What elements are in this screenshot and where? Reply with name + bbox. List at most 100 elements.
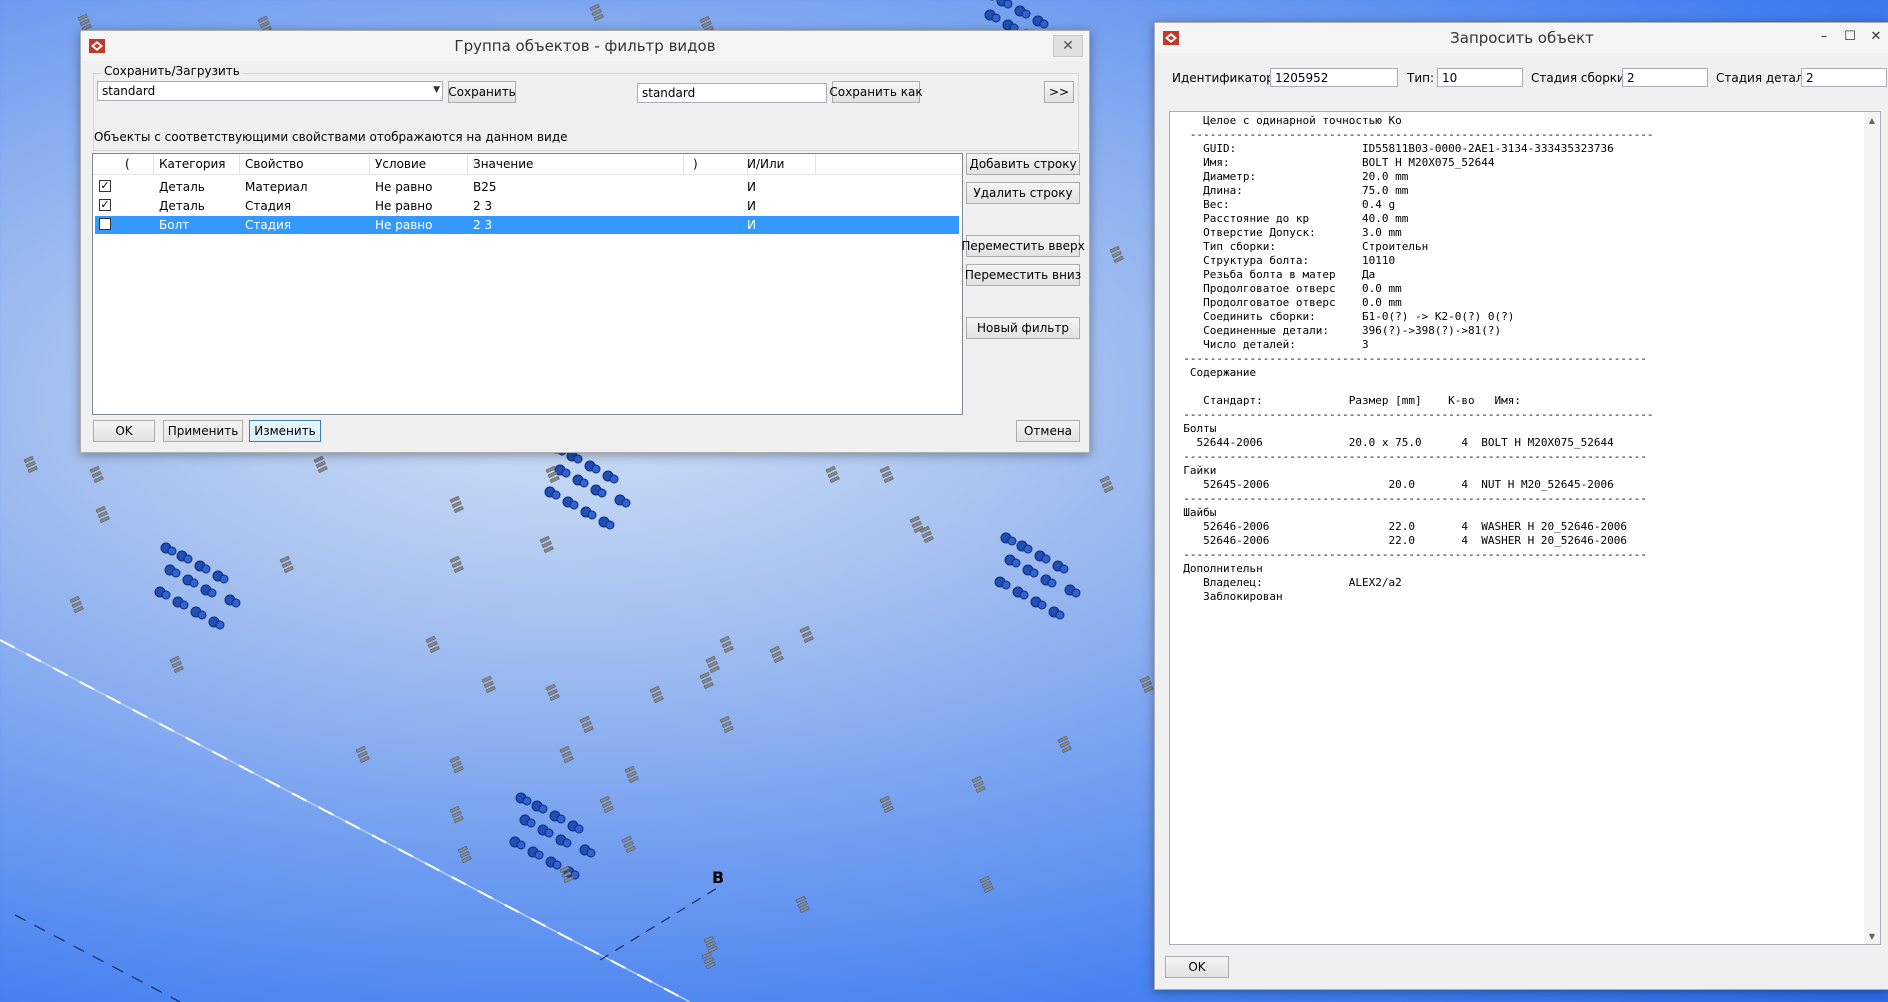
id-field[interactable]: 1205952 (1270, 68, 1398, 87)
row-category[interactable]: Деталь (159, 199, 205, 213)
row-andor[interactable]: И (747, 180, 756, 194)
column-header-close-paren[interactable]: ) (693, 157, 698, 171)
ok-button[interactable]: OK (93, 420, 155, 442)
bolt-head (509, 836, 526, 850)
bolt-head (545, 856, 562, 870)
bolt-marker (719, 715, 734, 734)
bolt-marker (425, 635, 440, 654)
modify-button[interactable]: Изменить (249, 420, 321, 442)
part-stage-field[interactable]: 2 (1801, 68, 1887, 87)
bolt-head (1030, 596, 1047, 610)
bolt-head (224, 594, 241, 608)
row-value[interactable]: 2 3 (473, 218, 492, 232)
table-row[interactable]: ✓ Деталь Стадия Не равно 2 3 И (95, 197, 959, 215)
bolt-marker (621, 835, 636, 854)
expand-button[interactable]: >> (1044, 81, 1074, 103)
bolt-head (584, 460, 601, 474)
bolt-head (994, 576, 1011, 590)
type-field[interactable]: 10 (1437, 68, 1523, 87)
column-header-category[interactable]: Категория (159, 157, 226, 171)
inquire-report-text[interactable]: Целое с одинарной точностью Ко ---------… (1170, 114, 1653, 604)
table-row[interactable]: ✓ Деталь Материал Не равно B25 И (95, 178, 959, 196)
row-value[interactable]: B25 (473, 180, 497, 194)
bolt-marker (795, 895, 810, 914)
vertical-scrollbar[interactable]: ▲ ▼ (1864, 112, 1880, 944)
table-row-selected[interactable]: Болт Стадия Не равно 2 3 И (95, 216, 959, 234)
row-condition[interactable]: Не равно (375, 218, 432, 232)
cancel-button[interactable]: Отмена (1016, 420, 1080, 442)
row-enable-checkbox[interactable] (99, 218, 111, 230)
save-as-name-value: standard (642, 86, 696, 100)
bolt-marker (559, 745, 574, 764)
bolt-head (555, 834, 572, 848)
row-category[interactable]: Болт (159, 218, 189, 232)
row-property[interactable]: Стадия (245, 218, 291, 232)
delete-row-button[interactable]: Удалить строку (966, 182, 1080, 204)
column-header-open-paren[interactable]: ( (125, 157, 130, 171)
bolt-head (164, 564, 181, 578)
bolt-marker (799, 625, 814, 644)
close-button[interactable]: ✕ (1053, 35, 1083, 57)
add-row-button[interactable]: Добавить строку (966, 153, 1080, 175)
bolt-head (519, 814, 536, 828)
bolt-marker (599, 795, 614, 814)
bolt-marker (449, 755, 464, 774)
bolt-head (531, 800, 548, 814)
chevron-down-icon: ▼ (433, 85, 440, 95)
bolt-marker (481, 675, 496, 694)
column-header-condition[interactable]: Условие (375, 157, 426, 171)
app-icon (1163, 31, 1179, 45)
assembly-stage-label: Стадия сборки: (1531, 71, 1629, 85)
apply-button[interactable]: Применить (163, 420, 243, 442)
bolt-marker (457, 845, 472, 864)
grid-header: ( Категория Свойство Условие Значение ) … (93, 154, 962, 175)
load-settings-combo[interactable]: standard ▼ (97, 81, 443, 101)
bolt-head (579, 844, 596, 858)
row-andor[interactable]: И (747, 218, 756, 232)
row-enable-checkbox[interactable]: ✓ (99, 199, 111, 211)
new-filter-button[interactable]: Новый фильтр (966, 317, 1080, 339)
row-property[interactable]: Стадия (245, 199, 291, 213)
bolt-head (190, 606, 207, 620)
save-as-button[interactable]: Сохранить как (829, 81, 923, 103)
filter-dialog-titlebar[interactable]: Группа объектов - фильтр видов ✕ (81, 31, 1089, 61)
assembly-stage-field[interactable]: 2 (1622, 68, 1708, 87)
row-property[interactable]: Материал (245, 180, 308, 194)
save-as-name-input[interactable]: standard (637, 83, 827, 103)
maximize-icon[interactable]: ☐ (1837, 23, 1863, 49)
bolt-head (1004, 554, 1021, 568)
inquire-dialog-titlebar[interactable]: Запросить объект – ☐ ✕ (1155, 23, 1888, 53)
bolt-marker (1099, 475, 1114, 494)
row-enable-checkbox[interactable]: ✓ (99, 180, 111, 192)
bolt-head (527, 846, 544, 860)
column-header-property[interactable]: Свойство (245, 157, 304, 171)
row-value[interactable]: 2 3 (473, 199, 492, 213)
filter-rules-grid[interactable]: ( Категория Свойство Условие Значение ) … (92, 153, 963, 415)
move-down-button[interactable]: Переместить вниз (965, 264, 1081, 286)
bolt-head (160, 542, 177, 556)
axis-line (14, 914, 181, 1002)
column-header-value[interactable]: Значение (473, 157, 533, 171)
save-button[interactable]: Сохранить (448, 81, 516, 103)
row-andor[interactable]: И (747, 199, 756, 213)
inquire-report-textarea[interactable]: Целое с одинарной точностью Ко ---------… (1169, 111, 1881, 945)
row-category[interactable]: Деталь (159, 180, 205, 194)
row-condition[interactable]: Не равно (375, 180, 432, 194)
minimize-icon[interactable]: – (1811, 23, 1837, 49)
filter-dialog-title: Группа объектов - фильтр видов (454, 37, 716, 55)
bolt-head (515, 792, 532, 806)
bolt-marker (279, 555, 294, 574)
close-icon[interactable]: ✕ (1863, 23, 1888, 49)
ok-button[interactable]: OK (1165, 956, 1229, 978)
column-header-andor[interactable]: И/Или (747, 157, 784, 171)
bolt-marker (971, 775, 986, 794)
scroll-up-icon[interactable]: ▲ (1864, 112, 1880, 128)
bolt-marker (95, 505, 110, 524)
bolt-marker (23, 455, 38, 474)
bolt-head (1048, 606, 1065, 620)
row-condition[interactable]: Не равно (375, 199, 432, 213)
move-up-button[interactable]: Переместить вверх (961, 235, 1085, 257)
filter-info-text: Объекты с соответствующими свойствами от… (94, 130, 568, 144)
bolt-marker (313, 455, 328, 474)
scroll-down-icon[interactable]: ▼ (1864, 928, 1880, 944)
